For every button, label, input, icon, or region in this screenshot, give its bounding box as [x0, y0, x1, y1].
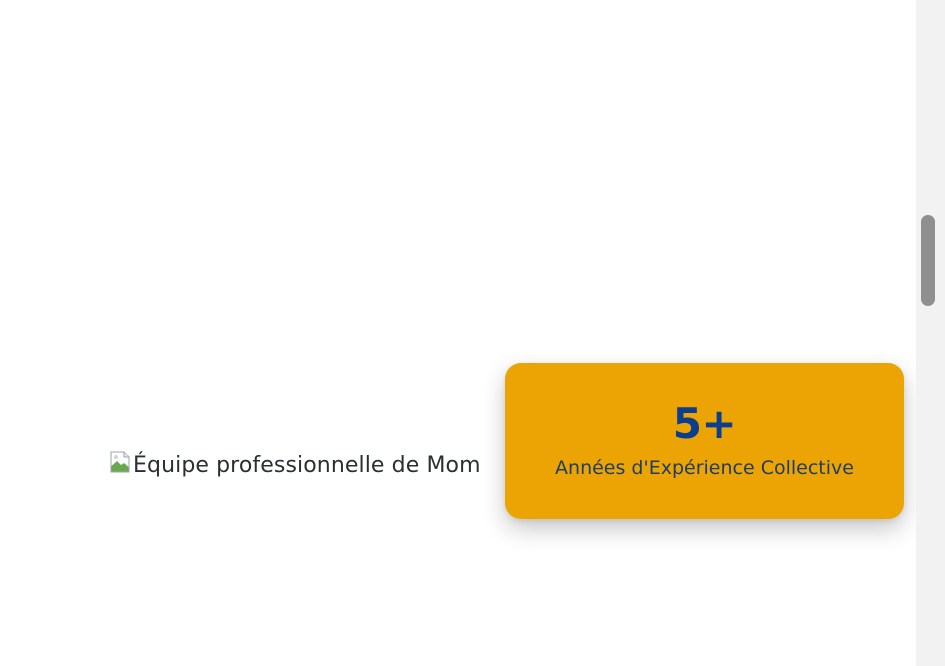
- team-image: Équipe professionnelle de Mom: [108, 448, 510, 482]
- stat-label: Années d'Expérience Collective: [555, 457, 854, 479]
- main-content: Équipe professionnelle de Mom 5+ Années …: [0, 0, 916, 666]
- page: Équipe professionnelle de Mom 5+ Années …: [0, 0, 945, 666]
- experience-stat-card: 5+ Années d'Expérience Collective: [505, 363, 904, 519]
- broken-image-icon: [108, 450, 132, 474]
- scrollbar-track[interactable]: [916, 0, 945, 666]
- team-image-alt-text: Équipe professionnelle de Mom: [133, 452, 481, 478]
- scrollbar-thumb[interactable]: [921, 215, 935, 306]
- stat-value: 5+: [672, 399, 737, 448]
